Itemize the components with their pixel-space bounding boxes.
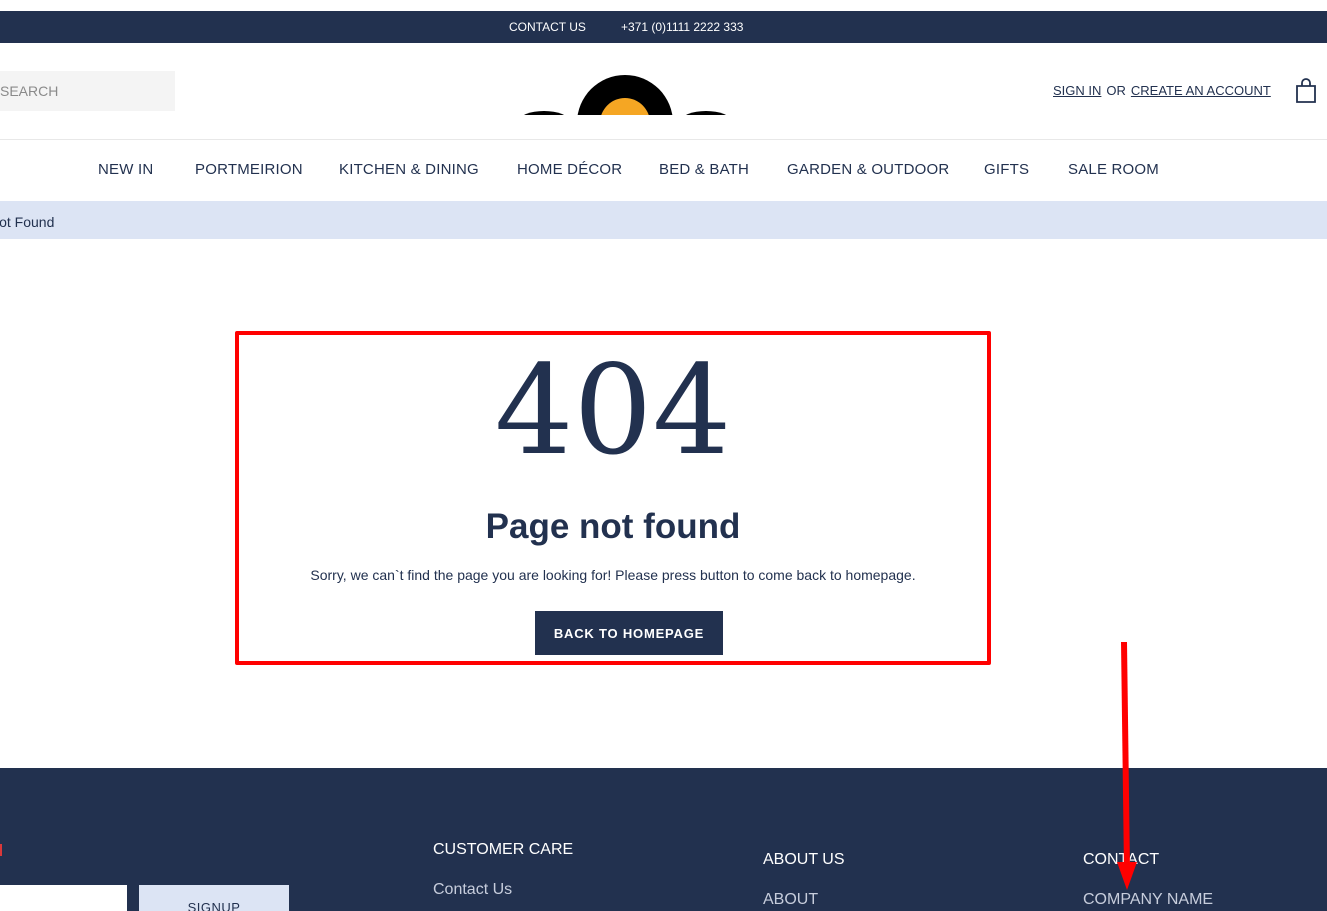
- shopping-bag-icon[interactable]: [1294, 78, 1318, 104]
- footer-link-about[interactable]: ABOUT: [763, 891, 818, 909]
- customer-care-heading: CUSTOMER CARE: [433, 841, 574, 858]
- contact-heading: CONTACT: [1083, 851, 1160, 868]
- create-account-link[interactable]: CREATE AN ACCOUNT: [1131, 83, 1271, 98]
- signup-button[interactable]: SIGNUP: [139, 885, 289, 911]
- top-bar: CONTACT US +371 (0)1111 2222 333: [0, 11, 1327, 43]
- phone-number[interactable]: +371 (0)1111 2222 333: [621, 20, 743, 34]
- error-code: 404: [494, 339, 732, 483]
- nav-item-bed-bath[interactable]: BED & BATH: [659, 161, 749, 178]
- main-navigation: NEW IN PORTMEIRION KITCHEN & DINING HOME…: [0, 140, 1327, 201]
- footer-company-name: COMPANY NAME: [1083, 891, 1214, 908]
- nav-item-kitchen-dining[interactable]: KITCHEN & DINING: [339, 161, 479, 178]
- newsletter-heading-fragment: [0, 844, 2, 856]
- nav-item-home-decor[interactable]: HOME DÉCOR: [517, 161, 622, 178]
- breadcrumb-current: Not Found: [0, 214, 55, 230]
- site-logo[interactable]: [515, 73, 735, 115]
- nav-item-sale-room[interactable]: SALE ROOM: [1068, 161, 1159, 178]
- contact-us-link[interactable]: CONTACT US: [509, 20, 586, 34]
- page-title: Page not found: [485, 507, 741, 546]
- sign-in-link[interactable]: SIGN IN: [1053, 83, 1101, 98]
- breadcrumb: Not Found: [0, 201, 1327, 239]
- error-message: Sorry, we can`t find the page you are lo…: [310, 567, 916, 583]
- account-links: SIGN IN OR CREATE AN ACCOUNT: [1053, 83, 1271, 98]
- logo-graphic: [524, 75, 726, 115]
- nav-item-new-in[interactable]: NEW IN: [98, 161, 153, 178]
- back-to-homepage-button[interactable]: BACK TO HOMEPAGE: [535, 611, 723, 655]
- site-footer: SIGNUP CUSTOMER CARE Contact Us ABOUT US…: [0, 768, 1327, 911]
- top-gap: [0, 0, 1327, 11]
- site-header: SIGN IN OR CREATE AN ACCOUNT: [0, 43, 1327, 140]
- search-input[interactable]: [0, 71, 175, 111]
- nav-item-gifts[interactable]: GIFTS: [984, 161, 1029, 178]
- error-highlight-box: 404 Page not found Sorry, we can`t find …: [235, 331, 991, 665]
- about-us-heading: ABOUT US: [763, 851, 845, 868]
- nav-item-garden-outdoor[interactable]: GARDEN & OUTDOOR: [787, 161, 949, 178]
- footer-link-contact-us[interactable]: Contact Us: [433, 881, 512, 899]
- or-text: OR: [1106, 83, 1126, 98]
- nav-item-portmeirion[interactable]: PORTMEIRION: [195, 161, 303, 178]
- newsletter-email-input[interactable]: [0, 885, 127, 911]
